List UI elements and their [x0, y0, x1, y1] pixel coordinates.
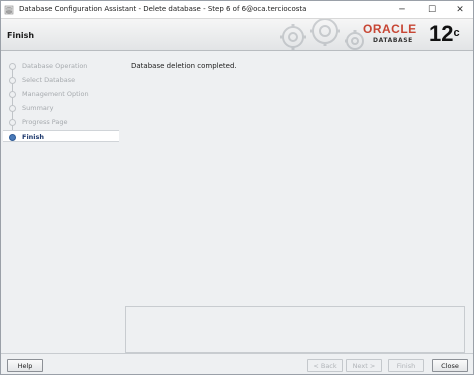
version-badge: 12c [429, 22, 460, 46]
step-current-icon [9, 134, 16, 141]
app-icon [4, 5, 14, 15]
step-label: Select Database [22, 76, 76, 84]
completion-message: Database deletion completed. [131, 62, 237, 70]
window-title: Database Configuration Assistant - Delet… [19, 5, 307, 13]
page-title: Finish [7, 31, 35, 40]
step-label: Management Option [22, 90, 89, 98]
step-summary[interactable]: Summary [3, 102, 119, 114]
version-suffix: c [453, 27, 460, 39]
step-select-database[interactable]: Select Database [3, 74, 119, 86]
step-indicator-icon [9, 91, 16, 98]
details-panel [125, 306, 465, 353]
step-indicator-icon [9, 63, 16, 70]
step-progress-page[interactable]: Progress Page [3, 116, 119, 128]
step-management-option[interactable]: Management Option [3, 88, 119, 100]
next-button-label: Next > [352, 361, 376, 370]
step-label: Progress Page [22, 118, 68, 126]
step-finish[interactable]: Finish [3, 130, 119, 142]
back-button[interactable]: < Back [307, 359, 343, 372]
step-indicator-icon [9, 119, 16, 126]
close-button[interactable]: Close [432, 359, 468, 372]
header-banner: Finish ORACLE DATABASE 12c [1, 19, 473, 51]
back-button-label: < Back [313, 361, 337, 370]
footer-divider [1, 353, 473, 354]
oracle-logo: ORACLE DATABASE [363, 22, 425, 48]
title-bar: Database Configuration Assistant - Delet… [1, 1, 473, 19]
close-icon: ✕ [456, 5, 464, 15]
dbca-window: Database Configuration Assistant - Delet… [0, 0, 474, 375]
minimize-button[interactable]: ─ [387, 1, 417, 19]
close-window-button[interactable]: ✕ [445, 1, 474, 19]
step-label: Finish [22, 133, 45, 141]
step-indicator-icon [9, 105, 16, 112]
help-button[interactable]: Help [7, 359, 43, 372]
finish-button-label: Finish [396, 361, 416, 370]
step-navigation: Database Operation Select Database Manag… [3, 56, 119, 347]
step-label: Summary [22, 104, 54, 112]
main-content: Database deletion completed. [122, 56, 468, 353]
finish-button[interactable]: Finish [388, 359, 424, 372]
step-database-operation[interactable]: Database Operation [3, 60, 119, 72]
maximize-button[interactable]: ☐ [417, 1, 447, 19]
close-button-label: Close [441, 361, 459, 370]
gears-icon [280, 19, 364, 50]
version-number: 12 [429, 21, 454, 46]
step-label: Database Operation [22, 62, 88, 70]
oracle-wordmark: ORACLE [363, 22, 417, 36]
minimize-icon: ─ [399, 5, 405, 15]
step-indicator-icon [9, 77, 16, 84]
next-button[interactable]: Next > [346, 359, 382, 372]
database-wordmark: DATABASE [373, 37, 413, 44]
maximize-icon: ☐ [427, 5, 437, 15]
help-button-label: Help [17, 361, 33, 370]
